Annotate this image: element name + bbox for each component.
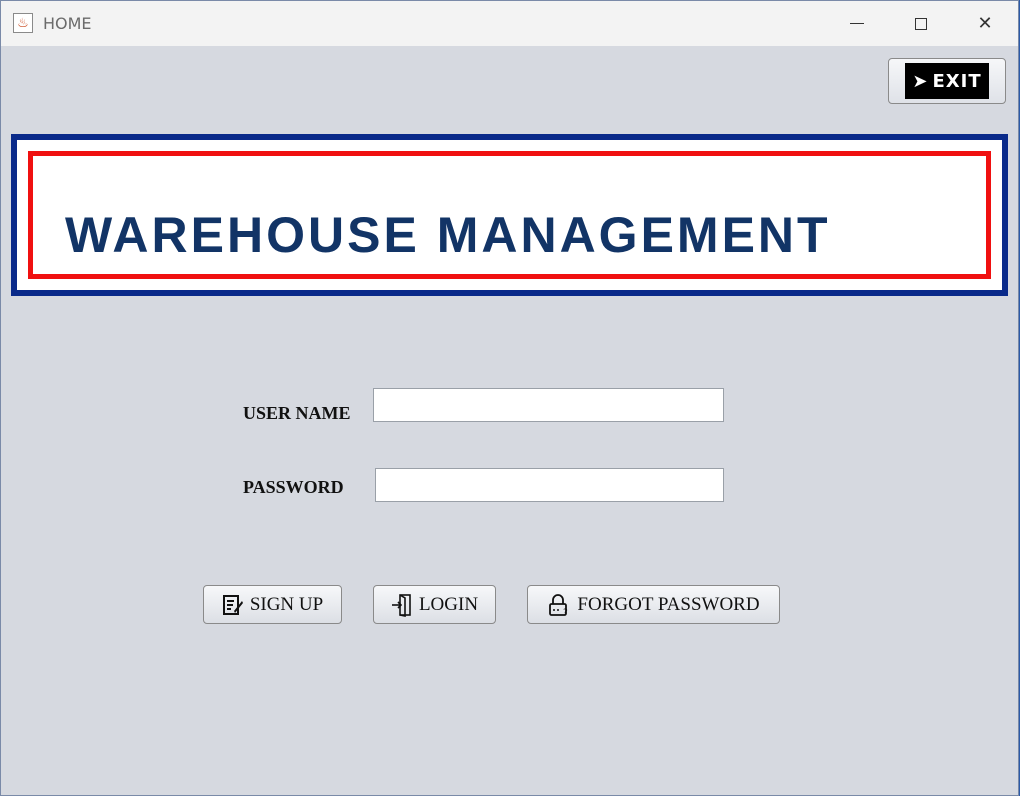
minimize-button[interactable]: [825, 1, 889, 46]
forgot-password-label: FORGOT PASSWORD: [577, 593, 760, 615]
close-button[interactable]: ✕: [953, 1, 1017, 46]
password-label: PASSWORD: [243, 477, 344, 497]
title-banner-inner: WAREHOUSE MANAGEMENT: [28, 151, 991, 279]
app-window: ♨ HOME ✕ ➤ EXIT WAREHOUSE MANAGEMENT USE…: [0, 0, 1019, 796]
running-man-icon: ➤: [912, 70, 929, 92]
username-input[interactable]: [373, 388, 724, 422]
maximize-icon: [915, 17, 927, 30]
sign-up-label: SIGN UP: [249, 593, 324, 615]
login-label: LOGIN: [418, 593, 479, 615]
sign-up-button[interactable]: SIGN UP: [203, 585, 342, 624]
title-banner: WAREHOUSE MANAGEMENT: [11, 134, 1008, 296]
title-bar: ♨ HOME ✕: [1, 1, 1018, 46]
password-input[interactable]: [375, 468, 724, 502]
forgot-password-button[interactable]: ? FORGOT PASSWORD: [527, 585, 780, 624]
exit-badge: ➤ EXIT: [905, 63, 989, 99]
exit-button[interactable]: ➤ EXIT: [888, 58, 1006, 104]
lock-question-icon: ?: [549, 593, 568, 617]
username-label: USER NAME: [243, 403, 351, 423]
minimize-icon: [850, 23, 864, 24]
edit-form-icon: [222, 594, 243, 615]
login-button[interactable]: LOGIN: [373, 585, 496, 624]
close-icon: ✕: [977, 13, 993, 34]
java-app-icon: ♨: [13, 13, 33, 33]
maximize-button[interactable]: [889, 1, 953, 46]
door-enter-icon: [391, 593, 411, 617]
exit-label: EXIT: [932, 70, 982, 92]
window-title: HOME: [43, 14, 92, 33]
banner-title: WAREHOUSE MANAGEMENT: [65, 207, 831, 263]
svg-text:?: ?: [563, 608, 568, 617]
